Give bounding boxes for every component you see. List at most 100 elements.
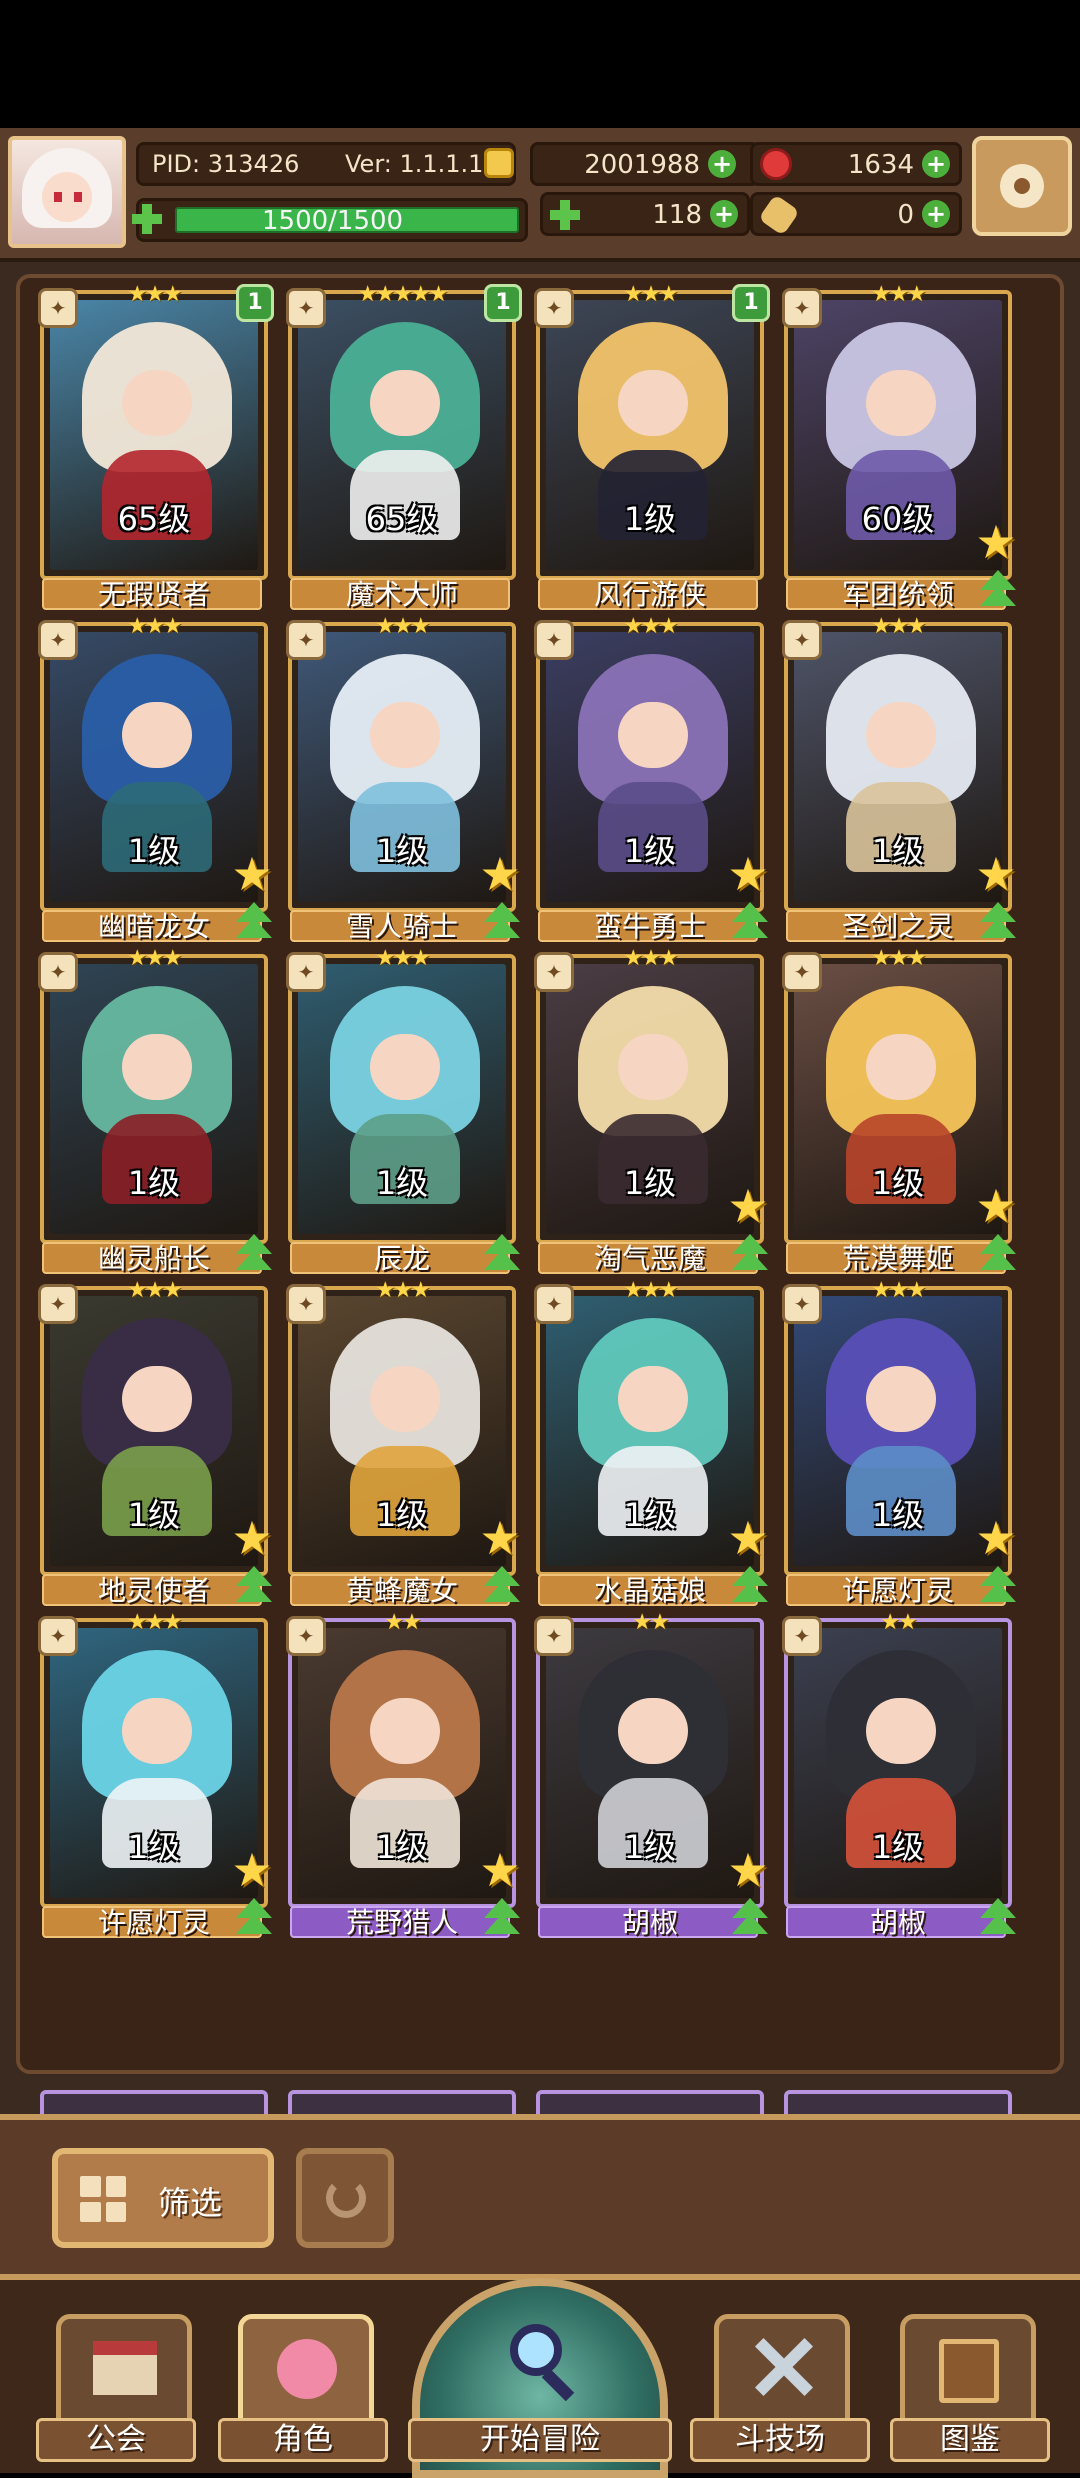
class-icon: ✦: [782, 620, 822, 660]
gold-value: 2001988: [584, 150, 700, 180]
nav-label-character: 角色: [218, 2418, 388, 2462]
add-clover-button[interactable]: +: [710, 200, 738, 228]
nav-label-guild: 公会: [36, 2418, 196, 2462]
top-status-bar: PID: 313426 Ver: 1.1.1.1 2001988 + 1634 …: [0, 128, 1080, 262]
character-card[interactable]: 1级 幽灵船长 ★★★ ✦: [38, 946, 272, 1275]
nav-codex[interactable]: [900, 2314, 1036, 2434]
character-card[interactable]: 1级 水晶菇娘 ★★★ ✦ ★: [534, 1278, 769, 1607]
nav-arena[interactable]: [714, 2314, 850, 2434]
character-card[interactable]: 1级 胡椒 ★★ ✦ ★: [534, 1610, 769, 1939]
nav-guild[interactable]: [56, 2314, 192, 2434]
star-upgrade-icon: ★: [479, 847, 521, 901]
star-upgrade-icon: ★: [231, 847, 273, 901]
character-card[interactable]: 65级 无瑕贤者 ★★★ ✦ 1: [38, 282, 274, 611]
add-bones-button[interactable]: +: [922, 200, 950, 228]
character-card-partial[interactable]: [40, 2090, 268, 2114]
xp-text: 1500/1500: [262, 206, 404, 236]
character-card[interactable]: 1级 黄蜂魔女 ★★★ ✦ ★: [286, 1278, 521, 1607]
class-icon: ✦: [286, 1284, 326, 1324]
character-card[interactable]: 1级 胡椒 ★★ ✦: [782, 1610, 1016, 1939]
character-card[interactable]: 1级 辰龙 ★★★ ✦: [286, 946, 520, 1275]
character-card[interactable]: 1级 许愿灯灵 ★★★ ✦ ★: [38, 1610, 273, 1939]
level-up-arrow-icon: [728, 902, 772, 946]
game-screen: PID: 313426 Ver: 1.1.1.1 2001988 + 1634 …: [0, 128, 1080, 2478]
guild-hall-icon: [93, 2341, 157, 2395]
class-icon: ✦: [286, 952, 326, 992]
add-gold-button[interactable]: +: [708, 150, 736, 178]
character-card[interactable]: 65级 魔术大师 ★★★★★ ✦ 1: [286, 282, 522, 611]
character-level: 1级: [375, 1164, 429, 1202]
class-icon: ✦: [534, 288, 574, 328]
character-card-partial[interactable]: [784, 2090, 1012, 2114]
star-upgrade-icon: ★: [231, 1843, 273, 1897]
plus-cross-icon: [132, 204, 162, 234]
ruby-icon: [760, 148, 792, 180]
character-card[interactable]: 1级 荒野猎人 ★★ ✦ ★: [286, 1610, 521, 1939]
level-up-arrow-icon: [976, 1898, 1020, 1942]
character-card[interactable]: 1级 风行游侠 ★★★ ✦ 1: [534, 282, 770, 611]
class-icon: ✦: [782, 1284, 822, 1324]
character-name: 魔术大师: [345, 578, 458, 611]
character-name: 风行游侠: [593, 578, 706, 611]
nav-character[interactable]: [238, 2314, 374, 2434]
refresh-button[interactable]: [296, 2148, 394, 2248]
character-level: 1级: [871, 1828, 925, 1866]
level-up-arrow-icon: [480, 1234, 524, 1278]
star-upgrade-icon: ★: [231, 1511, 273, 1565]
star-upgrade-icon: ★: [727, 1179, 769, 1233]
level-up-arrow-icon: [480, 1898, 524, 1942]
class-icon: ✦: [38, 288, 78, 328]
book-icon: [939, 2339, 999, 2403]
star-upgrade-icon: ★: [479, 1843, 521, 1897]
player-id: PID: 313426: [152, 150, 300, 178]
class-icon: ✦: [782, 288, 822, 328]
level-up-arrow-icon: [728, 1566, 772, 1610]
character-grid-next-row: [0, 2084, 1080, 2114]
star-upgrade-icon: ★: [479, 1511, 521, 1565]
player-avatar[interactable]: [8, 136, 126, 248]
refresh-icon: [326, 2178, 366, 2218]
character-card[interactable]: 60级 军团统领 ★★★ ✦ ★: [782, 282, 1017, 611]
class-icon: ✦: [38, 952, 78, 992]
character-card-partial[interactable]: [288, 2090, 516, 2114]
class-icon: ✦: [534, 620, 574, 660]
add-gems-button[interactable]: +: [922, 150, 950, 178]
character-card[interactable]: 1级 幽暗龙女 ★★★ ✦ ★: [38, 614, 273, 943]
character-icon: [277, 2339, 337, 2399]
filter-button[interactable]: 筛选: [52, 2148, 274, 2248]
level-up-arrow-icon: [728, 1898, 772, 1942]
class-icon: ✦: [534, 1284, 574, 1324]
class-icon: ✦: [534, 952, 574, 992]
class-icon: ✦: [782, 1616, 822, 1656]
coin-icon: [484, 148, 514, 178]
character-card[interactable]: 1级 圣剑之灵 ★★★ ✦ ★: [782, 614, 1017, 943]
class-icon: ✦: [38, 1616, 78, 1656]
class-icon: ✦: [286, 1616, 326, 1656]
star-upgrade-icon: ★: [727, 1511, 769, 1565]
class-icon: ✦: [286, 288, 326, 328]
settings-button[interactable]: [972, 136, 1072, 236]
level-up-arrow-icon: [232, 902, 276, 946]
class-icon: ✦: [286, 620, 326, 660]
star-upgrade-icon: ★: [975, 1511, 1017, 1565]
character-card[interactable]: 1级 荒漠舞姬 ★★★ ✦ ★: [782, 946, 1017, 1275]
character-card[interactable]: 1级 蛮牛勇士 ★★★ ✦ ★: [534, 614, 769, 943]
character-level: 1级: [127, 1164, 181, 1202]
character-card[interactable]: 1级 地灵使者 ★★★ ✦ ★: [38, 1278, 273, 1607]
character-card[interactable]: 1级 许愿灯灵 ★★★ ✦ ★: [782, 1278, 1017, 1607]
level-up-arrow-icon: [976, 1566, 1020, 1610]
level-up-arrow-icon: [232, 1566, 276, 1610]
nav-label-codex: 图鉴: [890, 2418, 1050, 2462]
nav-label-arena: 斗技场: [690, 2418, 870, 2462]
star-upgrade-icon: ★: [727, 847, 769, 901]
character-card[interactable]: 1级 雪人骑士 ★★★ ✦ ★: [286, 614, 521, 943]
class-icon: ✦: [38, 1284, 78, 1324]
star-upgrade-icon: ★: [727, 1843, 769, 1897]
character-name: 无瑕贤者: [97, 578, 210, 611]
grid-icon: [80, 2176, 126, 2222]
character-card-partial[interactable]: [536, 2090, 764, 2114]
character-card[interactable]: 1级 淘气恶魔 ★★★ ✦ ★: [534, 946, 769, 1275]
level-up-arrow-icon: [232, 1234, 276, 1278]
version-label: Ver: 1.1.1.1: [345, 150, 484, 178]
magnifier-icon: [510, 2324, 562, 2376]
